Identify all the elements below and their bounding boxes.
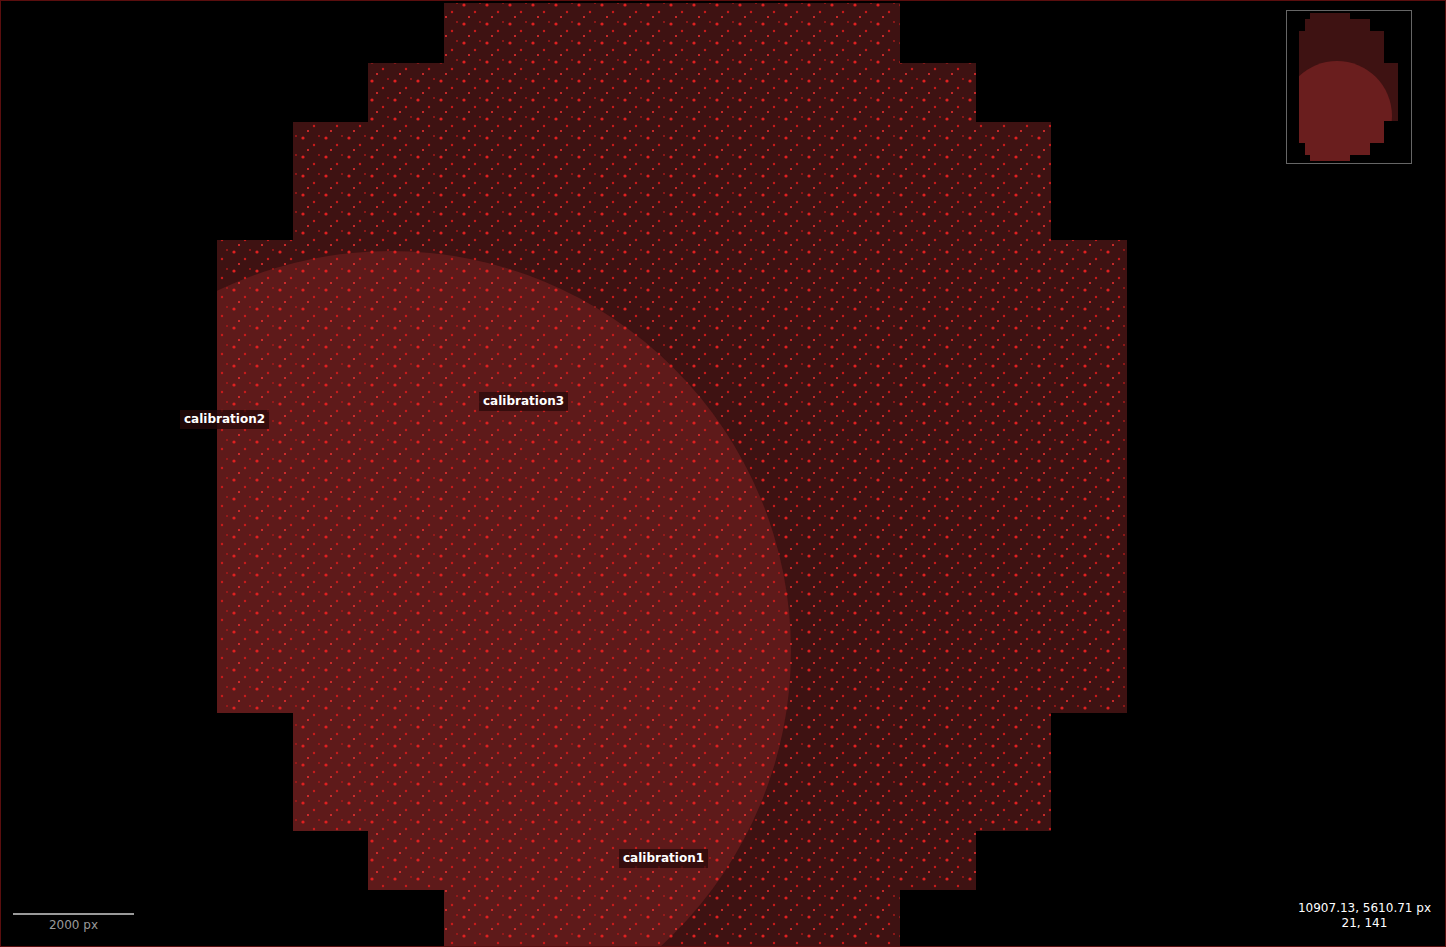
cursor-readout: 10907.13, 5610.71 px 21, 141 — [1298, 901, 1431, 931]
scale-bar: 2000 px — [13, 913, 134, 932]
scale-line — [13, 913, 134, 915]
annotation-label[interactable]: calibration3 — [479, 392, 568, 411]
scale-label: 2000 px — [49, 918, 98, 932]
annotation-label[interactable]: calibration1 — [619, 849, 708, 868]
mosaic-image[interactable] — [1, 1, 1446, 947]
pixel-value: 21, 141 — [1342, 916, 1388, 931]
cursor-coordinates: 10907.13, 5610.71 px — [1298, 901, 1431, 916]
image-viewer: calibration2 calibration3 calibration1 200… — [0, 0, 1446, 947]
minimap[interactable] — [1286, 10, 1412, 164]
annotation-label[interactable]: calibration2 — [180, 410, 269, 429]
minimap-thumbnail-icon — [1287, 11, 1411, 163]
